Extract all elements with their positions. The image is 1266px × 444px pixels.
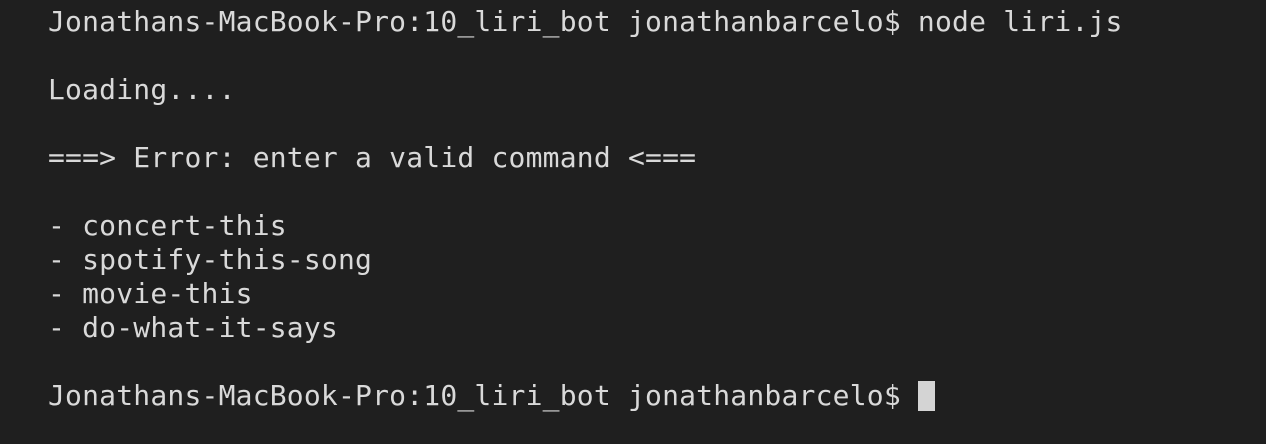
command-line: Jonathans-MacBook-Pro:10_liri_bot jonath… bbox=[48, 5, 1123, 38]
command-option: - concert-this bbox=[48, 209, 287, 242]
error-message: ===> Error: enter a valid command <=== bbox=[48, 141, 697, 174]
command-option: - movie-this bbox=[48, 277, 253, 310]
command-option: - spotify-this-song bbox=[48, 243, 373, 276]
prompt-line[interactable]: Jonathans-MacBook-Pro:10_liri_bot jonath… bbox=[48, 379, 935, 413]
shell-prompt: Jonathans-MacBook-Pro:10_liri_bot jonath… bbox=[48, 379, 918, 412]
terminal-window[interactable]: Jonathans-MacBook-Pro:10_liri_bot jonath… bbox=[0, 0, 1266, 444]
command-option: - do-what-it-says bbox=[48, 311, 338, 344]
loading-message: Loading.... bbox=[48, 73, 236, 106]
text-cursor bbox=[917, 381, 935, 411]
